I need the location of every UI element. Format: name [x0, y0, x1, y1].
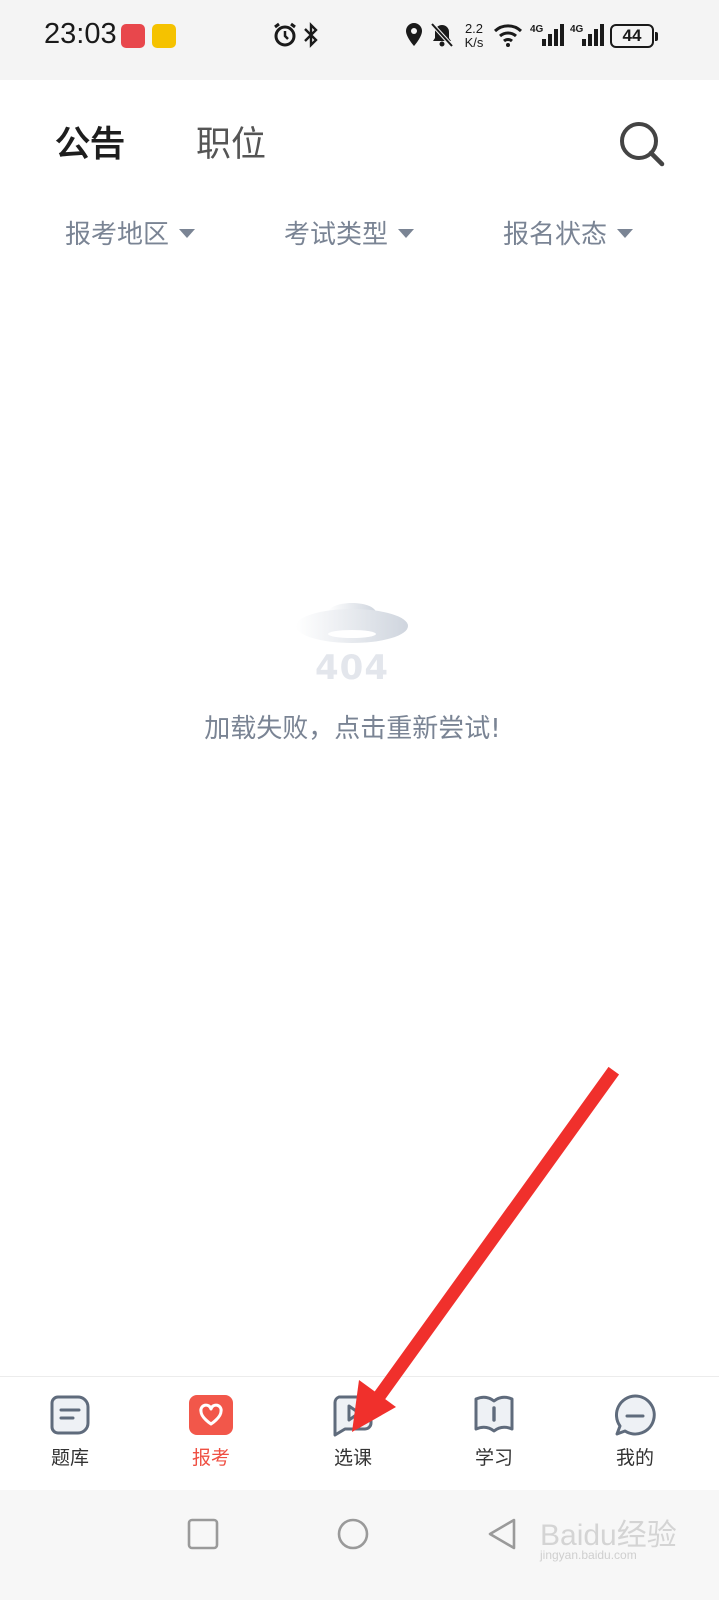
error-code: 404 — [315, 648, 389, 688]
home-circle-icon[interactable] — [333, 1514, 373, 1554]
svg-text:4G: 4G — [570, 24, 584, 35]
nav-label: 选课 — [333, 1447, 372, 1469]
nav-item-study[interactable]: 学习 — [434, 1377, 554, 1491]
network-speed: 2.2 K/s — [464, 21, 484, 50]
battery-icon: 44 — [610, 24, 658, 48]
system-navigation-bar: Baidu经验 jingyan.baidu.com — [0, 1490, 719, 1600]
retry-message[interactable]: 加载失败，点击重新尝试! — [0, 708, 705, 745]
wifi-icon — [493, 24, 523, 47]
signal-4g-icon: 4G — [530, 24, 564, 46]
signal-4g-icon: 4G — [570, 24, 604, 46]
nav-item-question-bank[interactable]: 题库 — [10, 1377, 130, 1491]
nav-label: 题库 — [50, 1447, 89, 1469]
bottom-navigation: 题库 报考 选课 学习 我的 — [0, 1376, 719, 1490]
play-icon — [333, 1395, 373, 1437]
caret-down-icon — [617, 228, 634, 238]
nav-label: 学习 — [474, 1447, 513, 1469]
back-triangle-icon[interactable] — [482, 1514, 522, 1554]
svg-text:4G: 4G — [530, 24, 544, 35]
status-bar: 23:03 2.2 K/s 4G 4G 44 — [0, 0, 719, 80]
recents-square-icon[interactable] — [183, 1514, 223, 1554]
nav-item-exam-registration[interactable]: 报考 — [151, 1377, 271, 1491]
filter-exam-type[interactable]: 考试类型 — [284, 212, 415, 252]
filter-label: 报名状态 — [503, 219, 608, 250]
nav-item-course-selection[interactable]: 选课 — [293, 1377, 413, 1491]
mute-icon — [430, 22, 454, 48]
nav-item-profile[interactable]: 我的 — [575, 1377, 695, 1491]
alarm-icon — [274, 22, 296, 47]
filter-exam-region[interactable]: 报考地区 — [65, 212, 196, 252]
filter-label: 考试类型 — [284, 219, 389, 250]
watermark-url: jingyan.baidu.com — [540, 1548, 637, 1562]
search-icon[interactable] — [616, 118, 668, 170]
chat-bubble-icon — [615, 1394, 656, 1436]
status-time: 23:03 — [44, 18, 117, 50]
filter-label: 报考地区 — [65, 219, 170, 250]
app-badge-icon — [121, 24, 145, 48]
app-badge-icon — [152, 24, 176, 48]
tab-announcements[interactable]: 公告 — [55, 124, 125, 166]
bluetooth-icon — [304, 22, 318, 48]
caret-down-icon — [179, 228, 196, 238]
nav-label: 报考 — [191, 1447, 230, 1469]
book-icon — [474, 1395, 514, 1433]
tab-positions[interactable]: 职位 — [196, 124, 266, 166]
location-icon — [406, 23, 422, 46]
nav-label: 我的 — [615, 1447, 654, 1469]
filter-registration-status[interactable]: 报名状态 — [503, 212, 634, 252]
heart-icon — [189, 1395, 233, 1435]
question-bank-icon — [50, 1395, 90, 1435]
caret-down-icon — [398, 228, 415, 238]
